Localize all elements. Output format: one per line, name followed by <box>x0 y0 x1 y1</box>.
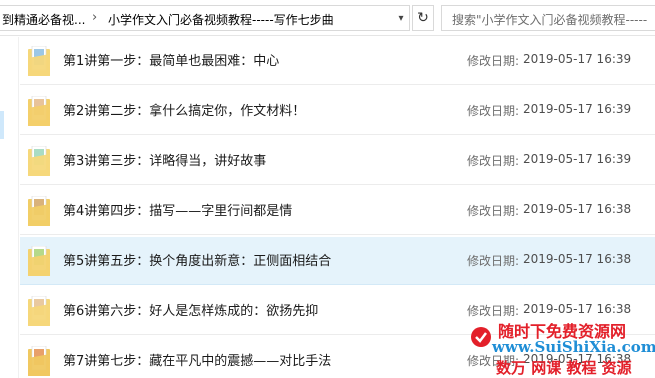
modified-label: 修改日期: <box>467 54 520 68</box>
folder-thumbnail-icon <box>28 246 50 276</box>
search-input[interactable]: 搜索"小学作文入门必备视频教程----- <box>441 5 655 31</box>
navigation-pane[interactable] <box>0 37 19 378</box>
folder-thumbnail-icon <box>28 146 50 176</box>
refresh-icon: ↻ <box>417 10 429 26</box>
modified-label: 修改日期: <box>467 204 520 218</box>
modified-label: 修改日期: <box>467 104 520 118</box>
modified-date: 2019-05-17 16:39 <box>523 152 632 166</box>
folder-thumbnail-icon <box>28 296 50 326</box>
file-name[interactable]: 第4讲第四步：描写——字里行间都是情 <box>63 200 292 219</box>
nav-selection-marker <box>0 111 4 139</box>
folder-thumbnail-icon <box>28 346 50 376</box>
file-row[interactable]: 第3讲第三步：详略得当，讲好故事 修改日期: 2019-05-17 16:39 <box>20 137 655 185</box>
modified-label: 修改日期: <box>467 154 520 168</box>
modified-date: 2019-05-17 16:39 <box>523 102 632 116</box>
refresh-button[interactable]: ↻ <box>412 5 434 31</box>
folder-thumbnail-icon <box>28 96 50 126</box>
modified-label: 修改日期: <box>467 254 520 268</box>
search-placeholder: 搜索"小学作文入门必备视频教程----- <box>452 13 648 27</box>
file-name[interactable]: 第2讲第二步：拿什么搞定你，作文材料！ <box>63 100 305 119</box>
file-name[interactable]: 第1讲第一步：最简单也最困难：中心 <box>63 50 279 69</box>
folder-thumbnail-icon <box>28 196 50 226</box>
modified-date: 2019-05-17 16:38 <box>523 252 632 266</box>
file-row[interactable]: 第1讲第一步：最简单也最困难：中心 修改日期: 2019-05-17 16:39 <box>20 37 655 85</box>
file-name[interactable]: 第5讲第五步：换个角度出新意：正侧面相结合 <box>63 250 331 269</box>
breadcrumb-item-current[interactable]: 小学作文入门必备视频教程-----写作七步曲 <box>108 11 334 28</box>
breadcrumb-item-parent[interactable]: 到精通必备视... <box>2 11 85 28</box>
address-bar: 到精通必备视... › 小学作文入门必备视频教程-----写作七步曲 ▾ ↻ 搜… <box>0 0 655 36</box>
modified-date: 2019-05-17 16:38 <box>523 202 632 216</box>
modified-date: 2019-05-17 16:38 <box>523 302 632 316</box>
modified-date: 2019-05-17 16:39 <box>523 52 632 66</box>
file-name[interactable]: 第7讲第七步：藏在平凡中的震撼——对比手法 <box>63 350 331 369</box>
breadcrumb[interactable]: 到精通必备视... › 小学作文入门必备视频教程-----写作七步曲 ▾ <box>0 5 410 31</box>
folder-thumbnail-icon <box>28 46 50 76</box>
file-row[interactable]: 第2讲第二步：拿什么搞定你，作文材料！ 修改日期: 2019-05-17 16:39 <box>20 87 655 135</box>
watermark-logo-icon <box>471 327 491 347</box>
watermark-line-3: 数万 网课 教程 资源 <box>496 359 632 377</box>
watermark-line-2: www.SuiShiXia.com <box>492 338 655 356</box>
file-row[interactable]: 第4讲第四步：描写——字里行间都是情 修改日期: 2019-05-17 16:38 <box>20 187 655 235</box>
file-row[interactable]: 第5讲第五步：换个角度出新意：正侧面相结合 修改日期: 2019-05-17 16:… <box>20 237 655 285</box>
address-history-dropdown-icon[interactable]: ▾ <box>393 10 409 28</box>
file-name[interactable]: 第6讲第六步：好人是怎样炼成的：欲扬先抑 <box>63 300 318 319</box>
breadcrumb-separator-icon[interactable]: › <box>92 10 97 25</box>
file-name[interactable]: 第3讲第三步：详略得当，讲好故事 <box>63 150 266 169</box>
watermark: 随时下免费资源网 www.SuiShiXia.com 数万 网课 教程 资源 <box>470 316 655 378</box>
